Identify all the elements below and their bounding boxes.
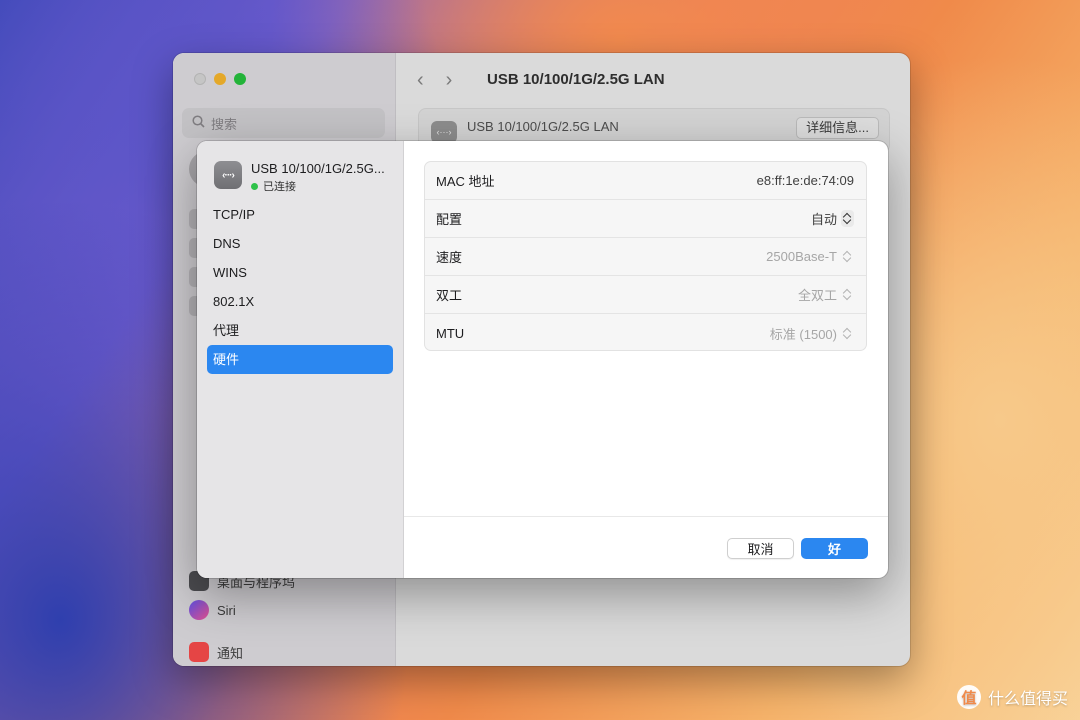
- connected-status-dot-icon: [251, 182, 258, 190]
- sheet-footer: 取消 好: [404, 516, 888, 578]
- watermark-text: 什么值得买: [987, 691, 1068, 708]
- mac-address-label: MAC 地址: [436, 174, 495, 189]
- mtu-label: MTU: [436, 325, 465, 341]
- smzdm-logo-icon: 值: [956, 685, 981, 709]
- tab-hardware[interactable]: 硬件: [207, 345, 393, 374]
- up-down-chevron-icon: [841, 286, 854, 303]
- status-label: 已连接: [263, 181, 296, 193]
- interface-details-sheet: ‹···› USB 10/100/1G/2.5G... 已连接 TCP/IP D…: [197, 141, 888, 578]
- tab-8021x[interactable]: 802.1X: [207, 287, 393, 316]
- configure-popup[interactable]: 自动: [811, 209, 854, 228]
- interface-header: ‹···› USB 10/100/1G/2.5G... 已连接: [214, 161, 385, 194]
- duplex-popup: 全双工: [798, 285, 854, 304]
- ethernet-icon: ‹···›: [214, 161, 242, 189]
- interface-name: USB 10/100/1G/2.5G...: [251, 161, 385, 176]
- tab-dns[interactable]: DNS: [207, 229, 393, 258]
- duplex-label: 双工: [436, 288, 463, 303]
- speed-row: 速度 2500Base-T: [425, 238, 866, 276]
- configure-label: 配置: [436, 212, 463, 227]
- duplex-value: 全双工: [797, 288, 837, 303]
- mac-address-value: e8:ff:1e:de:74:09: [756, 173, 854, 188]
- tab-wins[interactable]: WINS: [207, 258, 393, 287]
- cancel-button[interactable]: 取消: [727, 538, 794, 559]
- mtu-value: 标准 (1500): [769, 326, 837, 342]
- watermark: 值 什么值得买: [956, 685, 1068, 709]
- mac-address-row: MAC 地址 e8:ff:1e:de:74:09: [425, 162, 866, 200]
- sheet-menu: TCP/IP DNS WINS 802.1X 代理 硬件: [207, 200, 393, 374]
- mtu-row: MTU 标准 (1500): [425, 314, 866, 352]
- speed-label: 速度: [436, 250, 463, 265]
- speed-value: 2500Base-T: [766, 249, 837, 264]
- speed-popup: 2500Base-T: [766, 248, 854, 265]
- mtu-popup: 标准 (1500): [770, 324, 854, 343]
- duplex-row: 双工 全双工: [425, 276, 866, 314]
- hardware-settings-panel: MAC 地址 e8:ff:1e:de:74:09 配置 自动 速度 2500Ba…: [424, 161, 867, 351]
- interface-status: 已连接: [251, 178, 385, 194]
- up-down-chevron-icon: [841, 210, 854, 227]
- configure-row: 配置 自动: [425, 200, 866, 238]
- sheet-sidebar: ‹···› USB 10/100/1G/2.5G... 已连接 TCP/IP D…: [197, 141, 404, 578]
- up-down-chevron-icon: [841, 325, 854, 342]
- configure-value: 自动: [810, 212, 837, 227]
- up-down-chevron-icon: [841, 248, 854, 265]
- tab-proxy[interactable]: 代理: [207, 316, 393, 345]
- ok-button[interactable]: 好: [801, 538, 868, 559]
- tab-tcp-ip[interactable]: TCP/IP: [207, 200, 393, 229]
